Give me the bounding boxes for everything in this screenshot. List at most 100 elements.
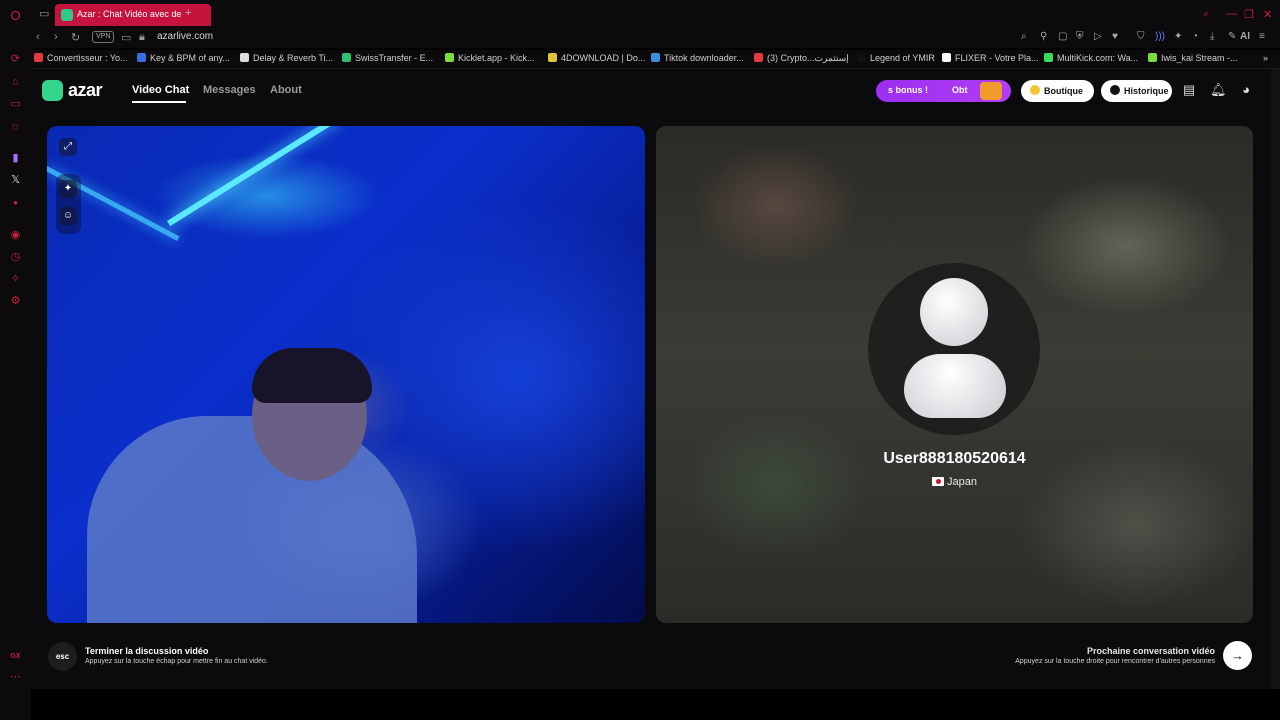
bookmark-label: Key & BPM of any... <box>150 53 230 63</box>
gem-icon <box>1030 85 1040 95</box>
opera-logo-icon[interactable]: O <box>9 9 22 22</box>
adblock-icon[interactable]: ⛉ <box>1137 31 1145 42</box>
bookmark-item[interactable]: Legend of YMIR <box>857 53 935 63</box>
bookmark-item[interactable]: (3) Crypto...إستثمرت <box>754 53 849 64</box>
extensions-sidebar-icon[interactable]: ✧ <box>9 273 22 286</box>
twitch-sidebar-icon[interactable]: ▭ <box>9 98 22 111</box>
gx-control-icon[interactable]: ⟳ <box>9 53 22 66</box>
reload-icon[interactable]: ↻ <box>71 31 80 44</box>
wifi-icon[interactable]: ))) <box>1155 31 1165 42</box>
led-strip <box>167 126 340 227</box>
gx-corner-icon[interactable]: ⌂ <box>9 76 22 89</box>
bookmark-item[interactable]: SwissTransfer - E... <box>342 53 433 63</box>
back-icon[interactable]: ‹ <box>36 31 40 43</box>
bookmark-item[interactable]: Kicklet.app - Kick... <box>445 53 535 63</box>
promo-text: s bonus ! <box>888 85 928 95</box>
bookmark-item[interactable]: Key & BPM of any... <box>137 53 230 63</box>
next-chat-hint: Appuyez sur la touche droite pour rencon… <box>1015 658 1215 665</box>
extensions-icon[interactable]: ✦ <box>1174 31 1182 42</box>
arrow-right-icon[interactable]: → <box>1223 641 1252 670</box>
next-chat-title: Prochaine conversation vidéo <box>1086 646 1215 656</box>
search-tabs-icon[interactable]: ⌕ <box>1203 8 1209 21</box>
x-twitter-icon[interactable]: 𝕏 <box>9 174 22 187</box>
bookmark-item[interactable]: Delay & Reverb Ti... <box>240 53 333 63</box>
player-icon[interactable]: ◉ <box>9 229 22 242</box>
face-filter-icon[interactable]: ☺ <box>59 207 77 225</box>
bookmark-favicon-icon <box>548 53 557 62</box>
clock-icon <box>1110 85 1120 95</box>
bookmarks-overflow-icon[interactable]: » <box>1263 53 1268 63</box>
expand-icon[interactable]: ⤢ <box>59 138 77 156</box>
bookmarks-bar: Convertisseur : Yo... Key & BPM of any..… <box>31 50 1280 69</box>
remote-country-label: Japan <box>947 476 977 488</box>
heart-icon[interactable]: ♥ <box>1112 31 1118 42</box>
profile-icon[interactable]: ◔ <box>1192 31 1198 42</box>
remote-video: User888180520614 Japan <box>656 126 1253 623</box>
bell-icon[interactable]: 🔔︎ <box>1210 83 1227 97</box>
camera-icon[interactable]: ▭ <box>121 31 131 44</box>
bookmark-label: MultiKick.com: Wa... <box>1057 53 1139 63</box>
historique-button[interactable]: Historique <box>1101 80 1172 102</box>
bookmark-item[interactable]: Iwis_kai Stream -... <box>1148 53 1238 63</box>
end-chat-button[interactable]: esc <box>48 642 77 671</box>
minimize-icon[interactable]: — <box>1226 8 1237 20</box>
tab-manager-icon[interactable]: ▭ <box>39 7 49 20</box>
nav-about[interactable]: About <box>270 84 302 96</box>
menu-icon[interactable]: ≡ <box>1259 31 1265 42</box>
local-user-body <box>87 416 417 623</box>
promo-banner[interactable]: s bonus ! Obt <box>876 80 1011 102</box>
boutique-button[interactable]: Boutique <box>1021 80 1094 102</box>
remote-country: Japan <box>656 476 1253 488</box>
pin-icon[interactable]: ⚲ <box>1040 31 1047 42</box>
bookmark-favicon-icon <box>137 53 146 62</box>
nav-video-chat[interactable]: Video Chat <box>132 84 189 96</box>
bookmark-label: SwissTransfer - E... <box>355 53 434 63</box>
bookmark-label: Kicklet.app - Kick... <box>458 53 535 63</box>
bookmark-favicon-icon <box>34 53 43 62</box>
bookmark-favicon-icon <box>754 53 763 62</box>
play-icon[interactable]: ▷ <box>1094 31 1102 42</box>
magic-wand-icon[interactable]: ✦ <box>59 180 77 198</box>
shield-icon[interactable]: ⛨ <box>1076 31 1084 42</box>
new-tab-icon[interactable]: + <box>185 7 191 19</box>
download-icon[interactable]: ⤓ <box>1210 31 1214 42</box>
url-field[interactable]: azarlive.com <box>157 31 213 42</box>
historique-label: Historique <box>1124 86 1169 96</box>
azar-logo-text[interactable]: azar <box>68 80 103 101</box>
ai-label[interactable]: AI <box>1240 31 1250 42</box>
vpn-badge[interactable]: VPN <box>92 31 115 43</box>
bookmark-item[interactable]: FLIXER - Votre Pla... <box>942 53 1039 63</box>
settings-sidebar-icon[interactable]: ⚙ <box>9 295 22 308</box>
bookmark-label: Tiktok downloader... <box>664 53 744 63</box>
snapshot-icon[interactable]: ▢ <box>1058 31 1067 42</box>
instagram-sidebar-icon[interactable]: ◻ <box>9 120 22 133</box>
video-effects-group: ✦ ☺ <box>56 174 81 234</box>
discord-sidebar-icon[interactable]: ● <box>9 196 22 209</box>
bookmark-item[interactable]: Convertisseur : Yo... <box>34 53 128 63</box>
remote-username[interactable]: User888180520614 <box>656 450 1253 468</box>
nav-active-indicator <box>132 101 186 103</box>
japan-flag-icon <box>932 477 944 486</box>
twitch-icon[interactable]: ▮ <box>9 152 22 165</box>
address-bar: ‹ › ↻ VPN ▭ 🔒︎ azarlive.com ⌕ ⚲ ▢ ⛨ ▷ ♥ … <box>31 28 1280 48</box>
maximize-icon[interactable]: ❐ <box>1244 8 1254 21</box>
page-scrollbar[interactable] <box>1271 69 1280 689</box>
azar-logo-icon[interactable] <box>42 80 63 101</box>
bookmark-label: 4DOWNLOAD | Do... <box>561 53 646 63</box>
history-sidebar-icon[interactable]: ◷ <box>9 251 22 264</box>
lock-icon[interactable]: 🔒︎ <box>139 31 145 44</box>
bookmark-item[interactable]: MultiKick.com: Wa... <box>1044 53 1138 63</box>
bookmark-item[interactable]: 4DOWNLOAD | Do... <box>548 53 645 63</box>
bookmark-item[interactable]: Tiktok downloader... <box>651 53 744 63</box>
azar-favicon-icon <box>61 9 73 21</box>
nav-messages[interactable]: Messages <box>203 84 256 96</box>
gift-icon[interactable]: ▤ <box>1182 83 1196 97</box>
close-window-icon[interactable]: ✕ <box>1263 8 1272 21</box>
user-profile-icon[interactable]: ◕ <box>1239 83 1253 97</box>
aria-icon[interactable]: ✎ <box>1228 31 1236 42</box>
more-sidebar-icon[interactable]: ⋯ <box>9 671 22 684</box>
forward-icon[interactable]: › <box>54 31 58 43</box>
bottom-strip <box>31 689 1280 720</box>
azar-page: azar Video Chat Messages About s bonus !… <box>31 69 1271 689</box>
zoom-icon[interactable]: ⌕ <box>1021 31 1027 42</box>
